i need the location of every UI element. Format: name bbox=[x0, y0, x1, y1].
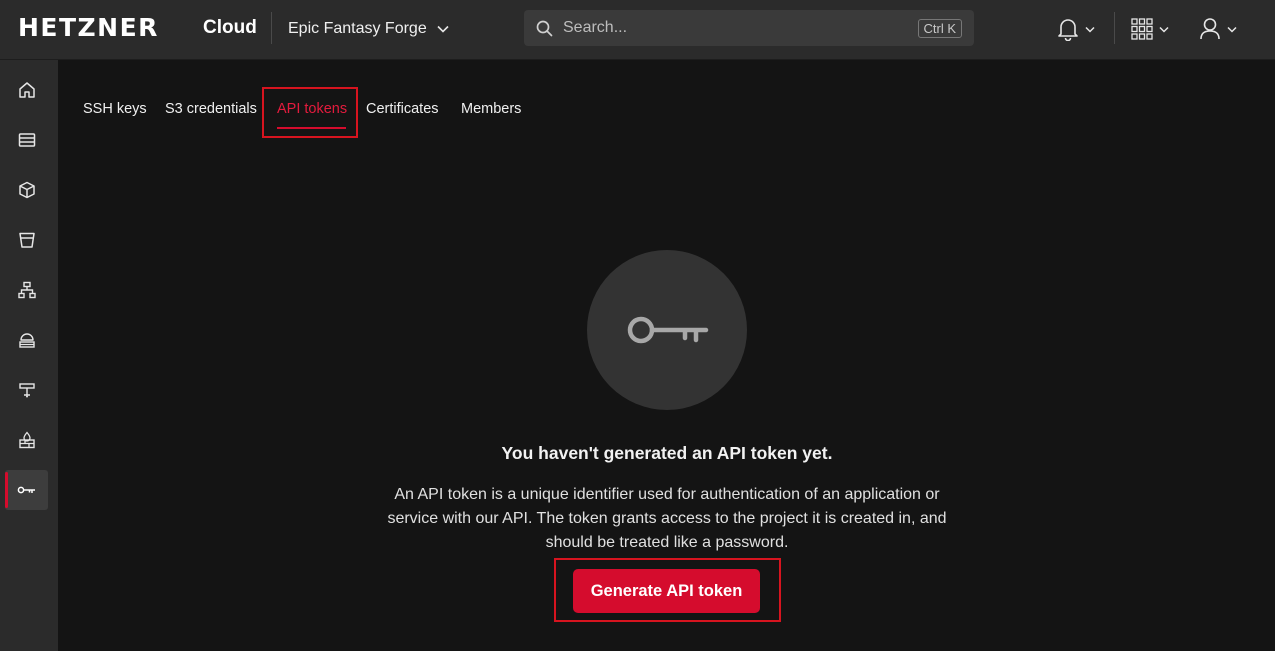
header-divider bbox=[1114, 12, 1115, 44]
top-bar: HETZNER Cloud Epic Fantasy Forge Search.… bbox=[0, 0, 1275, 60]
project-name: Epic Fantasy Forge bbox=[288, 20, 427, 37]
firewall-icon bbox=[18, 431, 35, 449]
sidebar-item-load-balancers[interactable] bbox=[5, 320, 48, 360]
tab-certificates[interactable]: Certificates bbox=[366, 100, 439, 118]
tab-ssh-keys[interactable]: SSH keys bbox=[83, 100, 147, 118]
search-shortcut: Ctrl K bbox=[917, 18, 962, 38]
tab-s3-credentials[interactable]: S3 credentials bbox=[165, 100, 257, 118]
notifications-button[interactable] bbox=[1057, 14, 1095, 44]
apps-menu-button[interactable] bbox=[1131, 14, 1169, 44]
server-icon bbox=[18, 133, 35, 147]
empty-state-illustration bbox=[587, 250, 747, 410]
chevron-down-icon bbox=[437, 25, 449, 33]
search-bar[interactable]: Search... Ctrl K bbox=[524, 10, 974, 46]
search-input[interactable]: Search... bbox=[563, 19, 918, 37]
sidebar-item-floating-ips[interactable] bbox=[5, 370, 48, 410]
sidebar-item-networks[interactable] bbox=[5, 270, 48, 310]
search-icon bbox=[536, 20, 553, 36]
chevron-down-icon bbox=[1085, 26, 1095, 33]
sidebar-item-security[interactable] bbox=[5, 470, 48, 510]
bucket-icon bbox=[18, 232, 35, 248]
user-menu-button[interactable] bbox=[1199, 14, 1237, 44]
chevron-down-icon bbox=[1159, 26, 1169, 33]
bell-icon bbox=[1058, 19, 1078, 41]
chevron-down-icon bbox=[1227, 26, 1237, 33]
sidebar-item-home[interactable] bbox=[5, 70, 48, 110]
home-icon bbox=[18, 82, 35, 98]
hetzner-logo[interactable]: HETZNER bbox=[18, 14, 159, 42]
sidebar-item-volumes[interactable] bbox=[5, 170, 48, 210]
key-icon bbox=[17, 486, 35, 494]
grid-icon bbox=[1131, 18, 1153, 40]
user-icon bbox=[1200, 18, 1220, 40]
tab-members[interactable]: Members bbox=[461, 100, 521, 118]
tab-api-tokens[interactable]: API tokens bbox=[277, 100, 347, 118]
floating-ip-icon bbox=[18, 383, 35, 398]
key-icon bbox=[627, 316, 709, 344]
cube-icon bbox=[18, 181, 35, 199]
project-selector[interactable]: Epic Fantasy Forge bbox=[288, 18, 449, 40]
network-icon bbox=[17, 281, 36, 299]
cloud-label: Cloud bbox=[203, 17, 257, 38]
active-tab-indicator bbox=[277, 127, 346, 129]
sidebar-item-storage[interactable] bbox=[5, 220, 48, 260]
side-navigation bbox=[0, 60, 58, 651]
empty-state-description: An API token is a unique identifier used… bbox=[387, 486, 947, 551]
load-balancer-icon bbox=[18, 333, 35, 348]
generate-api-token-button[interactable]: Generate API token bbox=[573, 569, 760, 613]
empty-state-title: You haven't generated an API token yet. bbox=[501, 443, 833, 463]
sidebar-item-firewalls[interactable] bbox=[5, 420, 48, 460]
sidebar-item-servers[interactable] bbox=[5, 120, 48, 160]
header-divider bbox=[271, 12, 272, 44]
